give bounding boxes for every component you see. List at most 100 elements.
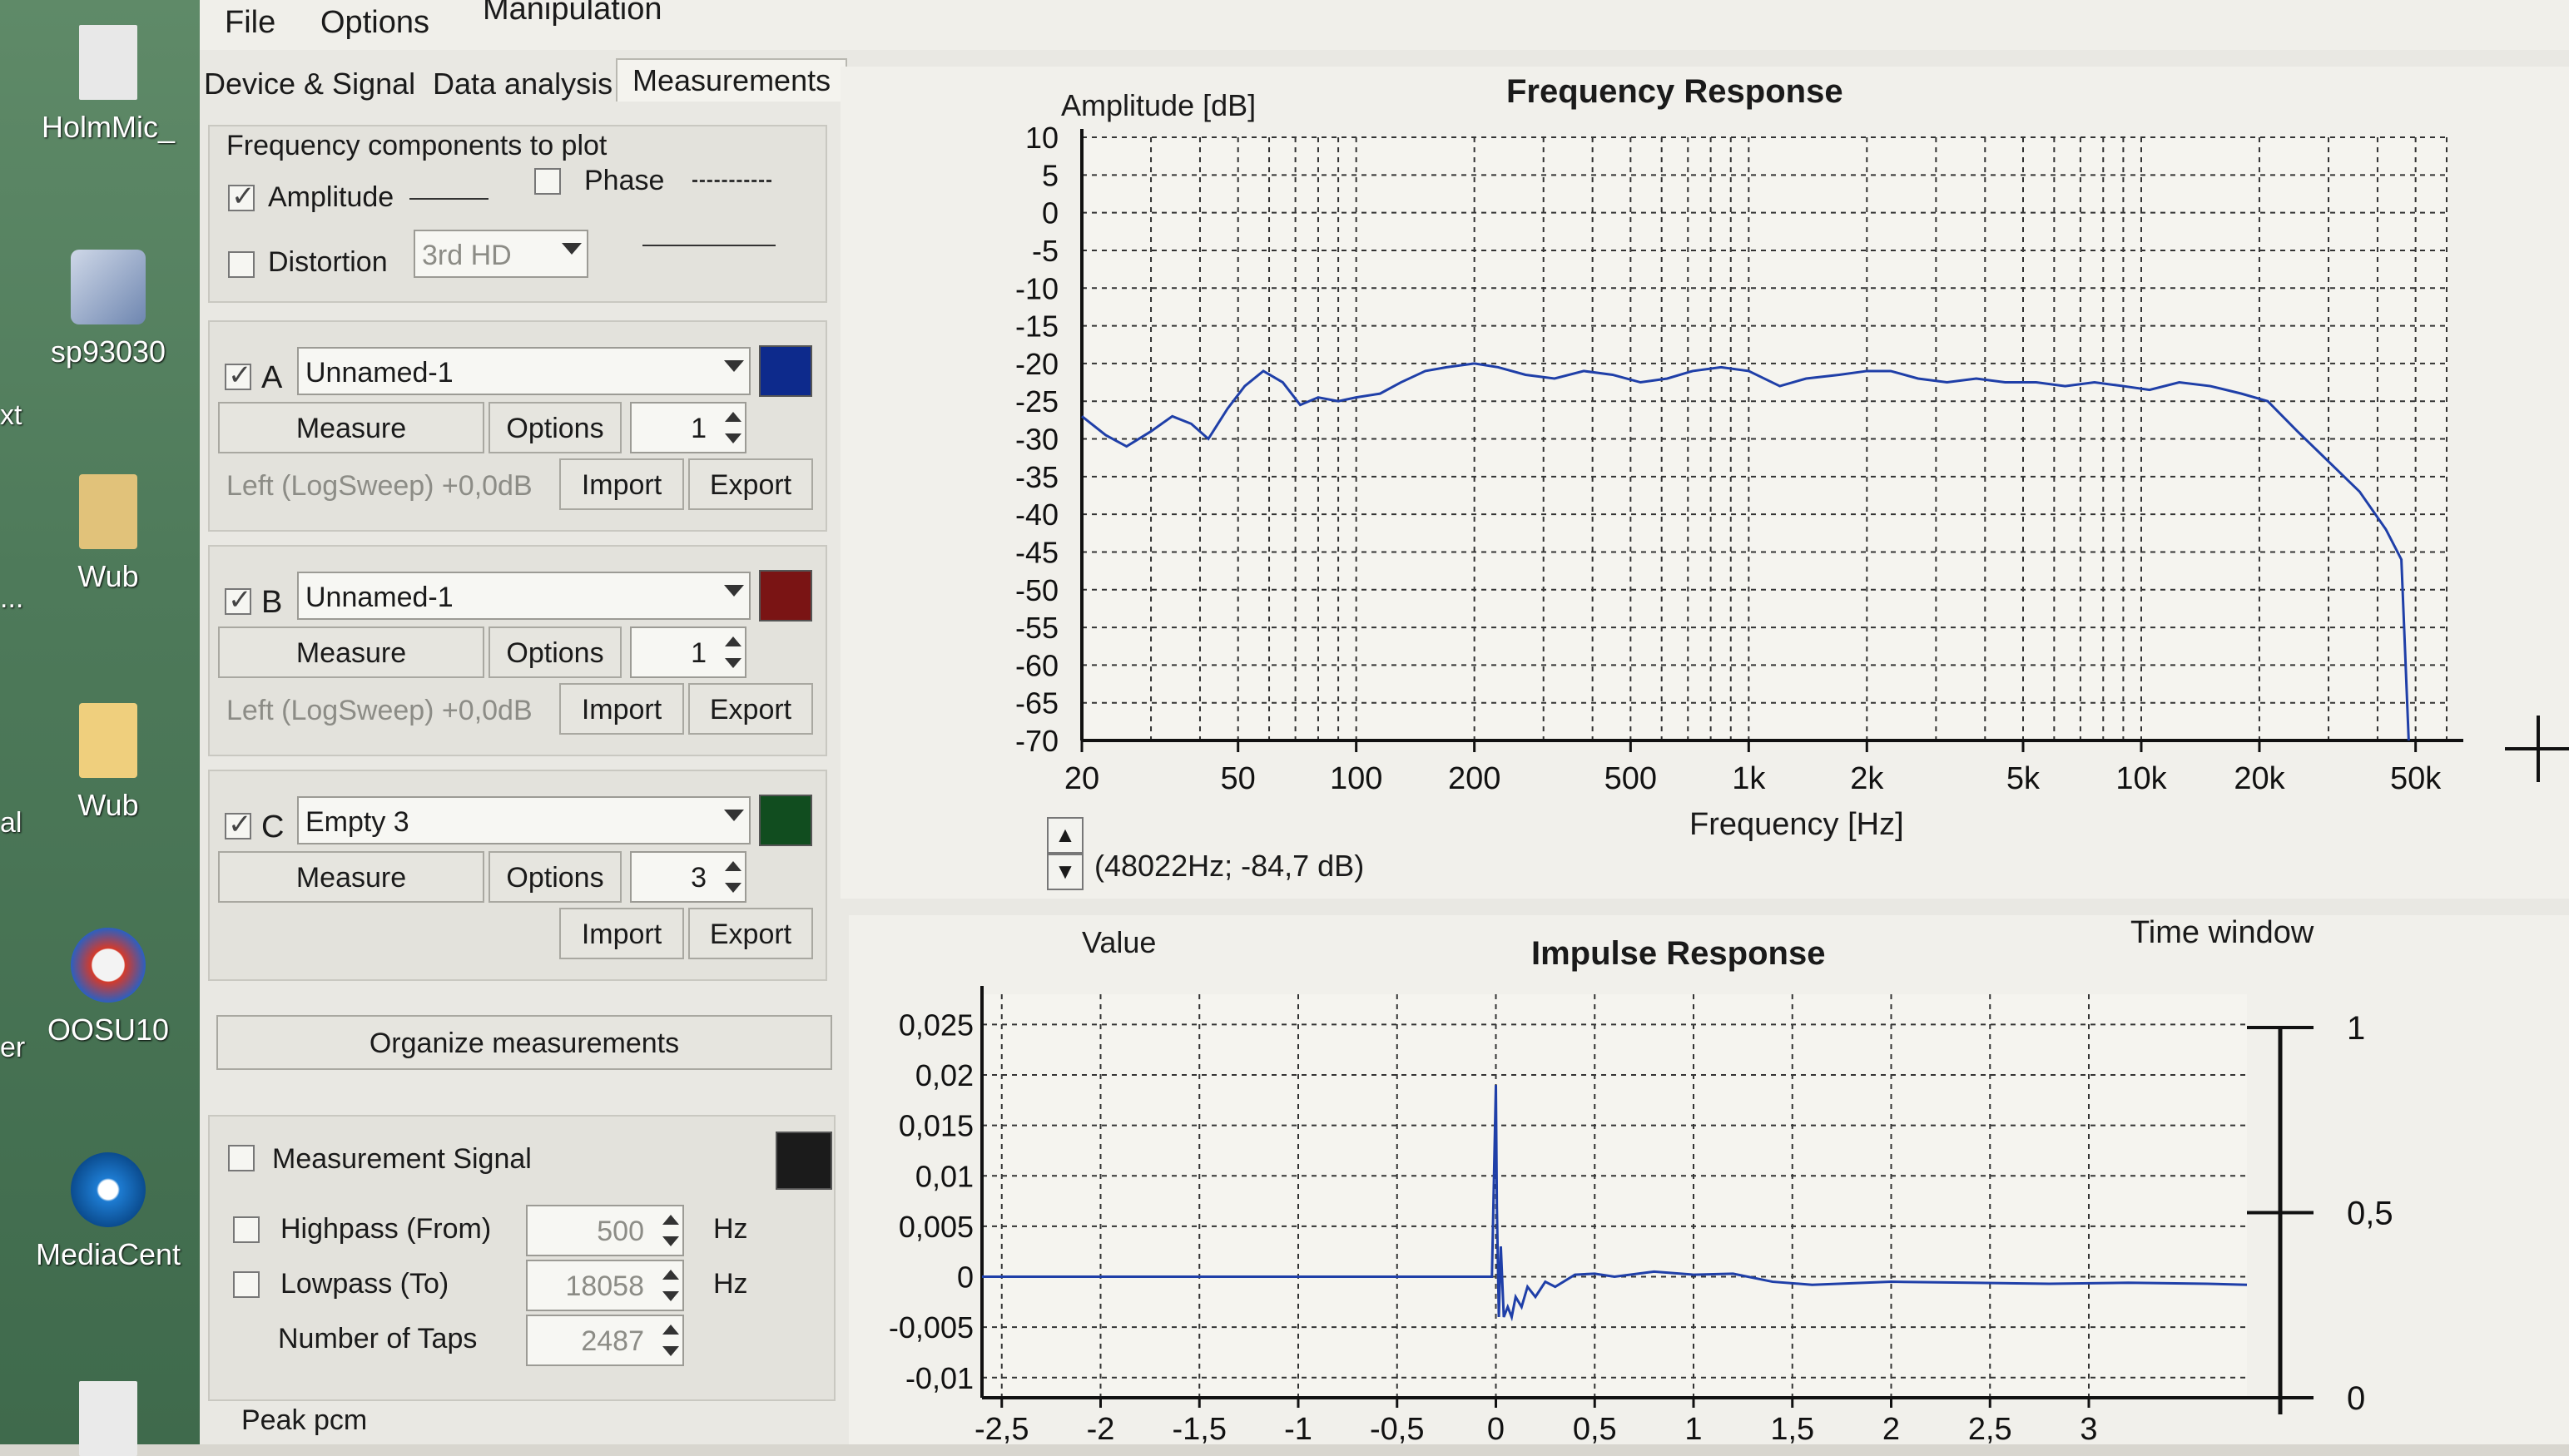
fr-y-tick-label: -25: [1015, 384, 1059, 418]
lowpass-checkbox[interactable]: [233, 1271, 260, 1298]
chevron-down-icon: [724, 810, 744, 821]
measurement-a-count-spinner[interactable]: 1: [630, 402, 746, 453]
highpass-spinner[interactable]: 500: [526, 1205, 684, 1256]
measurement-c-measure-button[interactable]: Measure: [218, 851, 484, 903]
organize-measurements-button[interactable]: Organize measurements: [216, 1015, 832, 1070]
desktop-icon-sp93030[interactable]: sp93030: [17, 250, 200, 369]
ir-y-tick-label: 0,025: [899, 1008, 974, 1042]
fr-x-tick-label: 10k: [2115, 761, 2167, 796]
ir-y-axis-label: Value: [1082, 925, 1157, 959]
chevron-down-icon: [724, 360, 744, 372]
cursor-down-button[interactable]: ▼: [1047, 854, 1084, 890]
measurement-b-checkbox[interactable]: [225, 583, 252, 617]
highpass-unit: Hz: [713, 1213, 748, 1245]
spin-down-icon[interactable]: [725, 658, 741, 668]
measurement-a-checkbox[interactable]: [225, 359, 252, 392]
measurement-a-measure-button[interactable]: Measure: [218, 402, 484, 453]
spin-down-icon[interactable]: [662, 1346, 679, 1356]
impulse-response-chart[interactable]: 0,025 0,02 0,015 0,01 0,005 0 -0,005 -0,01-2,5 -…: [849, 915, 2569, 1447]
highpass-checkbox[interactable]: [233, 1216, 260, 1243]
ir-x-tick-label: 1,5: [1770, 1412, 1814, 1444]
measurement-a-letter: A: [261, 360, 283, 395]
ir-x-tick-label: -0,5: [1370, 1412, 1424, 1444]
taps-spinner[interactable]: 2487: [526, 1315, 684, 1366]
spin-down-icon[interactable]: [662, 1236, 679, 1246]
spin-down-icon[interactable]: [725, 433, 741, 443]
menu-manipulation[interactable]: Manipulation: [483, 0, 662, 27]
tab-device-signal[interactable]: Device & Signal: [204, 67, 415, 102]
crosshair-icon: [2505, 716, 2569, 782]
frequency-response-chart[interactable]: 1050-5-10-15-20-25-30-35-40-45-50-55-60-…: [841, 67, 2569, 899]
ir-x-tick-label: 2,5: [1968, 1412, 2012, 1444]
measurement-b-count-spinner[interactable]: 1: [630, 626, 746, 678]
fr-y-tick-label: -30: [1015, 423, 1059, 457]
fr-x-tick-label: 100: [1330, 761, 1382, 796]
spin-up-icon[interactable]: [662, 1215, 679, 1225]
distortion-checkbox[interactable]: [228, 251, 255, 278]
measurement-c-options-button[interactable]: Options: [489, 851, 622, 903]
desktop-icon-wub-archive[interactable]: Wub: [17, 474, 200, 594]
cursor-readout: (48022Hz; -84,7 dB): [1094, 849, 1365, 883]
spin-up-icon[interactable]: [725, 636, 741, 646]
spin-up-icon[interactable]: [662, 1325, 679, 1335]
measurement-a-options-button[interactable]: Options: [489, 402, 622, 453]
cursor-up-button[interactable]: ▲: [1047, 817, 1084, 854]
tab-data-analysis[interactable]: Data analysis: [433, 67, 612, 102]
measurement-signal-label: Measurement Signal: [272, 1143, 532, 1175]
fr-x-axis-label: Frequency [Hz]: [1689, 807, 1904, 842]
measurement-c-import-button[interactable]: Import: [559, 908, 684, 959]
taps-label: Number of Taps: [278, 1323, 478, 1354]
fr-y-tick-label: 5: [1042, 158, 1059, 192]
measurement-c-select[interactable]: Empty 3: [297, 796, 751, 844]
measurement-signal-checkbox[interactable]: [228, 1145, 255, 1171]
phase-checkbox[interactable]: [534, 168, 561, 195]
tab-strip: Device & Signal Data analysis Measuremen…: [200, 50, 865, 115]
desktop-icon-wub-folder[interactable]: Wub: [17, 703, 200, 823]
fr-y-tick-label: -45: [1015, 535, 1059, 569]
spin-down-icon[interactable]: [725, 883, 741, 893]
measurement-b-info: Left (LogSweep) +0,0dB: [226, 695, 533, 726]
fr-y-tick-label: 0: [1042, 196, 1059, 230]
measurement-c-checkbox[interactable]: [225, 808, 252, 841]
ir-x-tick-label: -1,5: [1173, 1412, 1227, 1444]
spin-up-icon[interactable]: [725, 412, 741, 422]
measurement-signal-group: Measurement Signal Highpass (From) 500 H…: [208, 1115, 836, 1401]
measurement-b-export-button[interactable]: Export: [688, 683, 813, 735]
desktop-icon-oosu10[interactable]: OOSU10: [17, 928, 200, 1047]
measurement-b-measure-button[interactable]: Measure: [218, 626, 484, 678]
amplitude-line-style: [409, 198, 489, 200]
lowpass-spinner[interactable]: 18058: [526, 1260, 684, 1311]
measurement-b-import-button[interactable]: Import: [559, 683, 684, 735]
measurement-b-options-button[interactable]: Options: [489, 626, 622, 678]
tab-measurements[interactable]: Measurements: [616, 58, 848, 102]
desktop-icon-mediacenter[interactable]: MediaCent: [17, 1152, 200, 1272]
spin-down-icon[interactable]: [662, 1291, 679, 1301]
measurement-c-export-button[interactable]: Export: [688, 908, 813, 959]
fr-x-tick-label: 2k: [1850, 761, 1884, 796]
measurement-a-select[interactable]: Unnamed-1: [297, 347, 751, 395]
measurement-c-count-spinner[interactable]: 3: [630, 851, 746, 903]
measurement-b-select[interactable]: Unnamed-1: [297, 572, 751, 620]
measurement-b-color-swatch[interactable]: [759, 570, 812, 622]
fr-x-tick-label: 1k: [1732, 761, 1766, 796]
measurement-a-import-button[interactable]: Import: [559, 458, 684, 510]
measurement-a-export-button[interactable]: Export: [688, 458, 813, 510]
edge-label: ...: [0, 582, 24, 614]
desktop-icon-document[interactable]: [17, 1381, 200, 1456]
menu-options[interactable]: Options: [320, 5, 429, 41]
spin-up-icon[interactable]: [662, 1270, 679, 1280]
measurement-signal-color-swatch[interactable]: [776, 1132, 832, 1190]
chevron-down-icon: [562, 243, 582, 255]
spin-up-icon[interactable]: [725, 861, 741, 871]
desktop-icon-holmmic[interactable]: HolmMic_: [17, 25, 200, 145]
document-icon: [79, 1381, 137, 1456]
amplitude-checkbox[interactable]: [228, 180, 255, 213]
distortion-select[interactable]: 3rd HD: [414, 230, 588, 278]
fr-y-tick-label: -10: [1015, 271, 1059, 305]
measurement-c-color-swatch[interactable]: [759, 795, 812, 846]
ir-x-tick-label: 3: [2080, 1412, 2097, 1444]
chevron-down-icon: [724, 585, 744, 597]
menu-file[interactable]: File: [225, 5, 275, 41]
measurement-a-color-swatch[interactable]: [759, 345, 812, 397]
edge-label: xt: [0, 399, 22, 431]
